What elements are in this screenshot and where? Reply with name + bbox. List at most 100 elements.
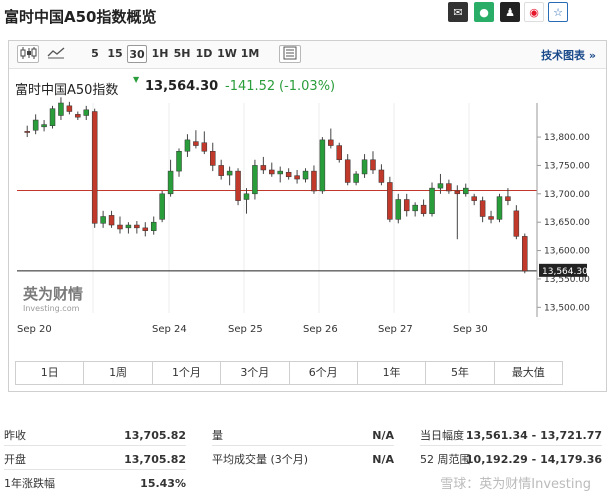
- candle-body-20: [193, 141, 199, 146]
- range-1w[interactable]: 1周: [84, 362, 153, 384]
- candle-body-48: [429, 187, 435, 214]
- x-tick-label-2: Sep 25: [228, 324, 263, 335]
- candle-body-14: [142, 227, 149, 231]
- candle-body-0: [24, 131, 30, 133]
- stat-open: 开盘 13,705.82: [4, 453, 186, 466]
- candle-body-18: [176, 150, 182, 172]
- candle-body-3: [49, 108, 56, 126]
- y-tick-label-2: 13,700.00: [544, 190, 590, 200]
- candle-body-35: [319, 139, 326, 192]
- range-3m[interactable]: 3个月: [221, 362, 290, 384]
- candle-body-5: [66, 105, 73, 112]
- stat-day-range: 当日幅度 13,561.34 - 13,721.77: [420, 429, 602, 442]
- candle-body-1: [32, 119, 39, 131]
- candle-body-47: [420, 204, 427, 214]
- candle-body-52: [463, 187, 469, 195]
- candle-body-32: [294, 175, 300, 180]
- candle-body-45: [403, 199, 410, 212]
- candle-body-50: [446, 183, 452, 192]
- candle-body-36: [328, 139, 334, 146]
- page-title: 富时中国A50指数概览: [4, 8, 157, 26]
- y-tick-label-4: 13,600.00: [544, 247, 590, 257]
- range-selector: 1日 1周 1个月 3个月 6个月 1年 5年 最大值: [15, 361, 563, 385]
- candle-body-8: [91, 111, 98, 224]
- candle-body-30: [277, 170, 283, 175]
- candle-body-49: [437, 183, 444, 189]
- candle-body-44: [395, 199, 402, 220]
- candle-body-31: [285, 171, 292, 178]
- investing-logo: 英为财情Investing.com: [23, 285, 83, 313]
- candle-body-29: [269, 169, 275, 175]
- range-5y[interactable]: 5年: [426, 362, 495, 384]
- mail-icon[interactable]: ✉: [448, 2, 468, 22]
- candle-body-26: [243, 193, 250, 200]
- candle-body-58: [513, 210, 520, 237]
- candle-body-54: [479, 200, 486, 217]
- price-chart: 13,800.00 13,750.00 13,700.00 13,650.00 13,6…: [17, 97, 590, 335]
- range-max[interactable]: 最大值: [495, 362, 562, 384]
- y-tick-label-0: 13,800.00: [544, 133, 590, 143]
- candle-body-2: [41, 124, 47, 128]
- candle-body-51: [454, 190, 461, 195]
- y-tick-label-3: 13,650.00: [544, 218, 590, 228]
- candle-body-4: [58, 102, 64, 116]
- candle-body-55: [488, 216, 494, 220]
- x-tick-label-5: Sep 30: [453, 324, 488, 335]
- stat-prev-close: 昨收 13,705.82: [4, 429, 186, 442]
- y-tick-label-6: 13,500.00: [544, 303, 590, 313]
- candle-body-39: [353, 173, 359, 183]
- logo-text-cn: 英为财情: [23, 285, 83, 303]
- x-tick-label-3: Sep 26: [303, 324, 338, 335]
- candle-body-53: [471, 196, 477, 201]
- stat-avg-volume: 平均成交量 (3个月) N/A: [212, 453, 394, 466]
- candle-body-38: [344, 159, 351, 183]
- weibo-icon[interactable]: ◉: [524, 2, 544, 22]
- candle-body-56: [496, 196, 503, 220]
- x-tick-label-4: Sep 27: [378, 324, 413, 335]
- stat-1y-change: 1年涨跌幅 15.43%: [4, 477, 186, 490]
- last-price-label: 13,564.30: [542, 267, 588, 277]
- candle-body-7: [83, 109, 89, 116]
- candle-body-42: [378, 169, 385, 183]
- y-tick-label-1: 13,750.00: [544, 161, 590, 171]
- candle-body-24: [226, 170, 233, 176]
- qq-icon[interactable]: ♟: [500, 2, 520, 22]
- candle-body-16: [159, 193, 165, 220]
- candle-body-10: [108, 215, 115, 226]
- candle-body-13: [134, 224, 140, 229]
- candle-body-22: [210, 150, 216, 166]
- title-bar: 富时中国A50指数概览 ✉ ● ♟ ◉ ☆: [0, 0, 607, 32]
- candle-body-27: [252, 165, 258, 195]
- range-6m[interactable]: 6个月: [290, 362, 358, 384]
- candle-body-25: [235, 170, 241, 201]
- star-icon[interactable]: ☆: [548, 2, 568, 22]
- candle-body-59: [522, 236, 528, 272]
- candle-body-34: [311, 170, 317, 192]
- candle-body-40: [361, 159, 368, 175]
- logo-text-en: Investing.com: [23, 304, 80, 313]
- candle-body-6: [75, 114, 81, 118]
- range-1m[interactable]: 1个月: [153, 362, 222, 384]
- candle-body-57: [505, 196, 511, 201]
- chart-panel: 5 15 30 1H 5H 1D 1W 1M 技术图表 » 富时中国A50指数 …: [8, 40, 607, 392]
- x-tick-label-1: Sep 24: [152, 324, 187, 335]
- candle-body-46: [412, 204, 418, 212]
- candle-body-41: [370, 159, 376, 171]
- candle-body-33: [302, 170, 309, 180]
- stat-52w-range: 52 周范围 10,192.29 - 14,179.36: [420, 453, 602, 466]
- candle-body-17: [167, 170, 174, 195]
- candle-body-9: [100, 216, 106, 224]
- candle-body-12: [125, 224, 132, 229]
- candle-body-21: [201, 142, 208, 152]
- candle-body-43: [387, 182, 393, 220]
- x-tick-label-0: Sep 20: [17, 324, 52, 335]
- candle-body-23: [218, 165, 224, 176]
- range-1d[interactable]: 1日: [16, 362, 85, 384]
- candle-body-19: [184, 139, 191, 152]
- candle-body-11: [117, 224, 123, 230]
- candle-body-15: [150, 221, 157, 231]
- candle-body-28: [260, 165, 267, 171]
- wechat-icon[interactable]: ●: [474, 2, 494, 22]
- candle-body-37: [336, 145, 342, 161]
- range-1y[interactable]: 1年: [358, 362, 427, 384]
